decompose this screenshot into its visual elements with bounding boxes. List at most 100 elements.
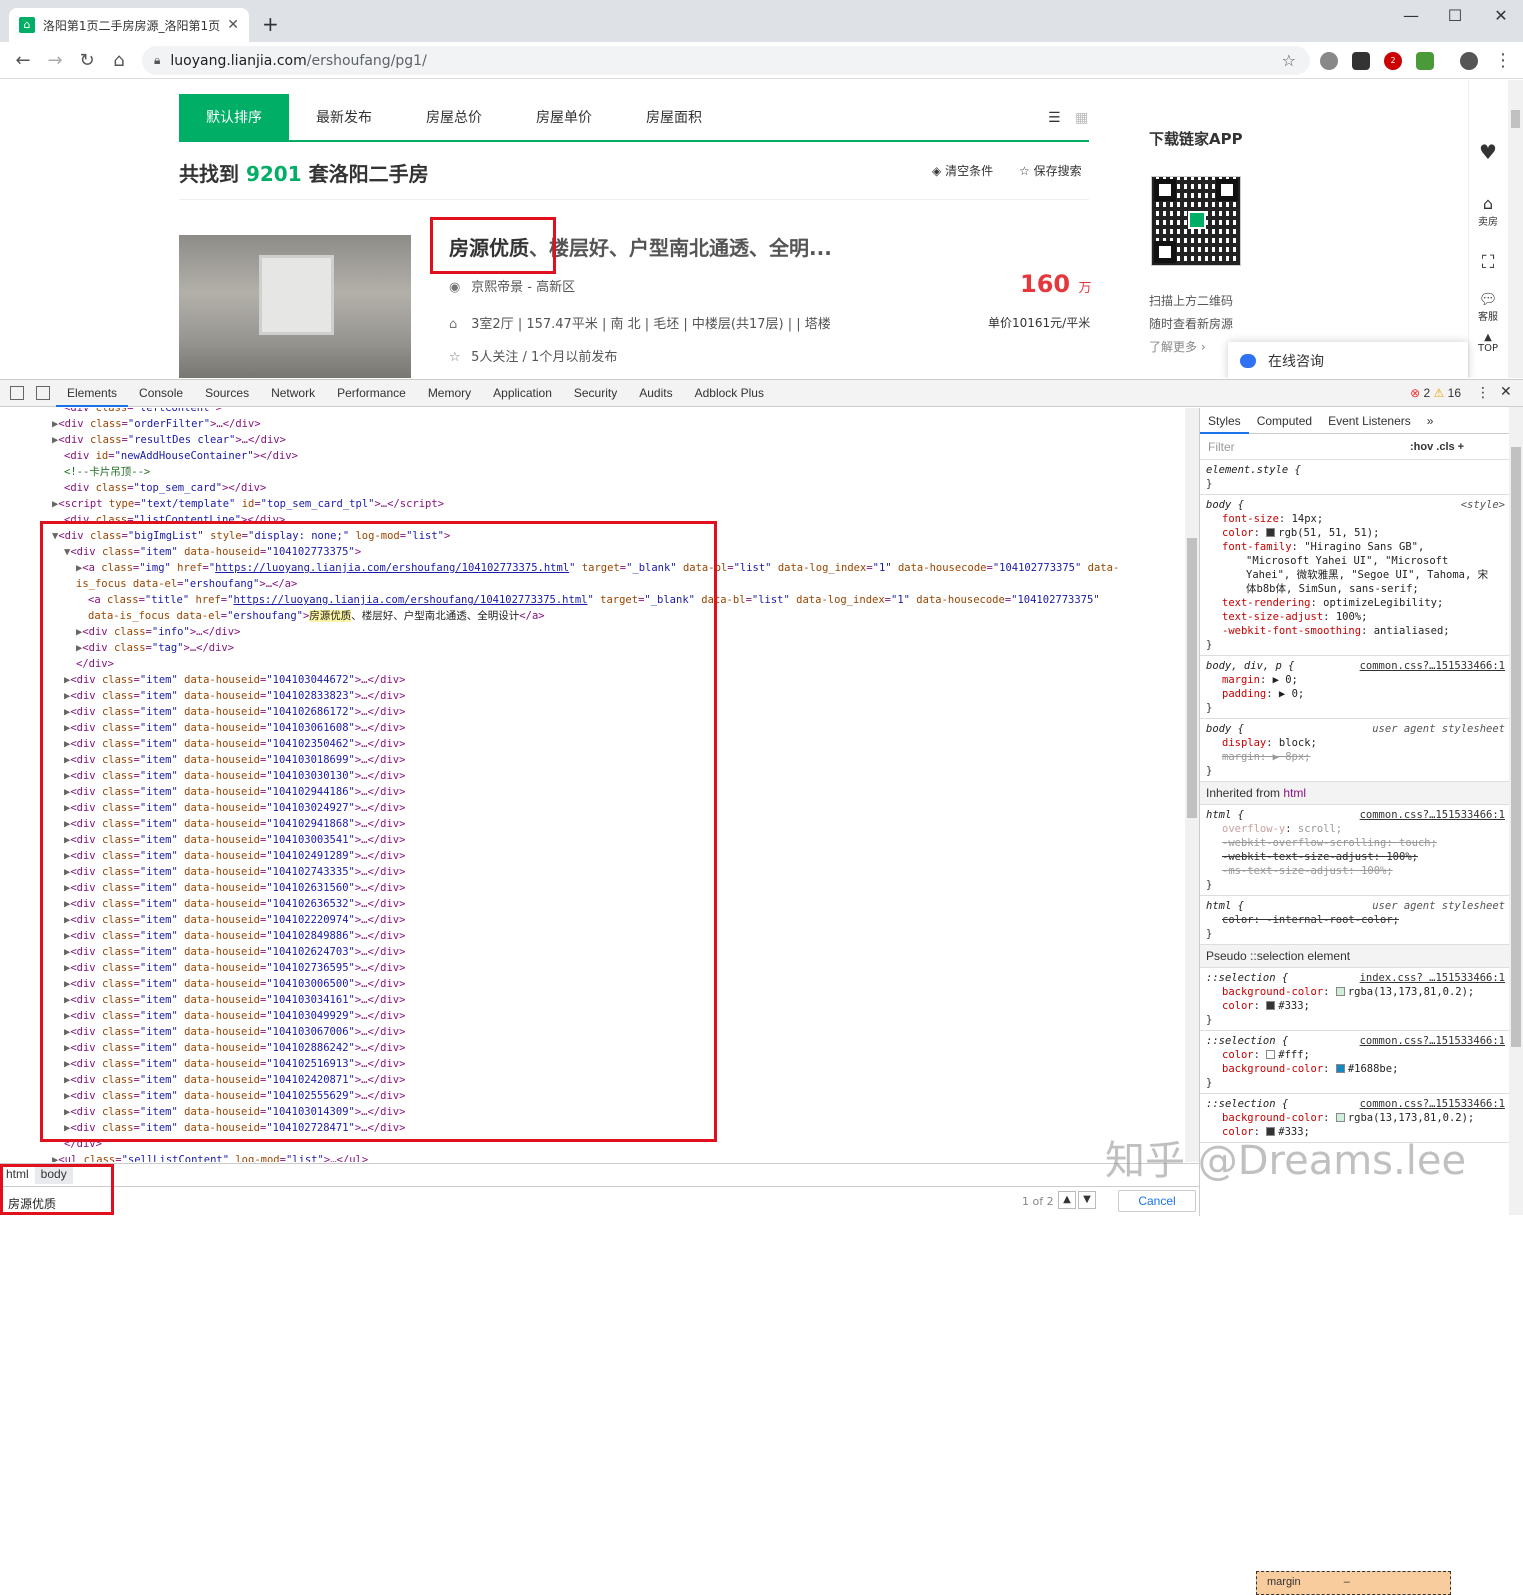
minimize-icon[interactable]: — <box>1396 6 1426 25</box>
tab-console[interactable]: Console <box>128 380 194 407</box>
styles-filter-input[interactable]: Filter <box>1208 440 1235 454</box>
prev-match-icon[interactable]: ▲ <box>1058 1191 1076 1209</box>
app-download-title: 下载链家APP <box>1149 130 1243 148</box>
extension-icon[interactable] <box>1320 52 1338 70</box>
house-icon: ⌂ <box>449 317 458 332</box>
tab-performance[interactable]: Performance <box>326 380 417 407</box>
page-scrollbar[interactable] <box>1508 80 1523 378</box>
grid-view-icon[interactable]: ▦ <box>1075 110 1088 126</box>
menu-icon[interactable]: ⋮ <box>1492 50 1514 71</box>
scrollbar-thumb[interactable] <box>1511 447 1521 1047</box>
dom-node[interactable]: ▶<script type="text/template" id="top_se… <box>52 496 444 512</box>
tab-styles[interactable]: Styles <box>1200 408 1249 434</box>
extension-icon[interactable] <box>1416 52 1434 70</box>
adblock-icon[interactable]: 2 <box>1384 52 1402 70</box>
bookmark-star-icon[interactable]: ☆ <box>1282 51 1296 70</box>
online-consult-button[interactable]: 在线咨询 <box>1228 342 1468 378</box>
dom-node[interactable]: ▶<div class="orderFilter">…</div> <box>52 416 261 432</box>
devtools-close-icon[interactable]: ✕ <box>1500 384 1512 400</box>
list-view-icon[interactable]: ☰ <box>1048 110 1061 126</box>
devtools-menu-icon[interactable]: ⋮ <box>1476 385 1490 401</box>
sort-tab-total-price[interactable]: 房屋总价 <box>399 94 509 140</box>
reload-icon[interactable]: ↻ <box>76 50 98 71</box>
cancel-search-button[interactable]: Cancel <box>1118 1190 1196 1212</box>
style-rule[interactable]: body {<style> font-size: 14px; color: rg… <box>1200 495 1509 656</box>
window-close-icon[interactable]: ✕ <box>1486 6 1516 25</box>
inherited-html-link[interactable]: html <box>1283 786 1306 800</box>
sell-button[interactable]: ⌂ 卖房 <box>1468 194 1508 228</box>
listing-info: ⌂ 3室2厅 | 157.47平米 | 南 北 | 毛坯 | 中楼层(共17层)… <box>449 313 831 332</box>
warning-count: 16 <box>1447 386 1461 400</box>
home-icon[interactable]: ⌂ <box>108 50 130 71</box>
styles-tabbar: Styles Computed Event Listeners » <box>1200 408 1509 434</box>
dom-node[interactable]: ▶<ul class="sellListContent" log-mod="li… <box>52 1152 368 1162</box>
tab-elements[interactable]: Elements <box>56 380 129 407</box>
styles-pane: Styles Computed Event Listeners » Filter… <box>1199 408 1509 1216</box>
dom-scrollbar[interactable] <box>1185 408 1199 1162</box>
tab-security[interactable]: Security <box>563 380 628 407</box>
close-tab-icon[interactable]: ✕ <box>227 17 239 33</box>
scrollbar-thumb[interactable] <box>1187 538 1197 818</box>
price-unit: 万 <box>1078 281 1092 296</box>
inspect-icon[interactable] <box>10 386 24 400</box>
tab-memory[interactable]: Memory <box>417 380 482 407</box>
browser-tab[interactable]: ⌂ 洛阳第1页二手房房源_洛阳第1页 ✕ <box>9 8 249 42</box>
result-prefix: 共找到 <box>179 162 239 186</box>
dom-node[interactable]: <div class="leftContent"> <box>64 408 222 416</box>
tab-adblock-plus[interactable]: Adblock Plus <box>684 380 775 407</box>
sort-tab-default[interactable]: 默认排序 <box>179 94 289 140</box>
learn-more-link[interactable]: 了解更多 › <box>1149 338 1206 355</box>
tab-computed[interactable]: Computed <box>1249 408 1320 434</box>
location-pin-icon: ◉ <box>449 280 461 295</box>
tab-audits[interactable]: Audits <box>628 380 683 407</box>
tab-sources[interactable]: Sources <box>194 380 260 407</box>
style-rule[interactable]: element.style {} <box>1200 460 1509 495</box>
dom-node[interactable]: <div id="newAddHouseContainer"></div> <box>64 448 298 464</box>
sort-tab-unit-price[interactable]: 房屋单价 <box>509 94 619 140</box>
styles-scrollbar[interactable] <box>1509 407 1523 1215</box>
hov-cls-buttons[interactable]: :hov .cls + <box>1410 440 1464 454</box>
scrollbar-thumb[interactable] <box>1511 110 1520 128</box>
style-rule[interactable]: body {user agent stylesheet display: blo… <box>1200 719 1509 782</box>
tab-network[interactable]: Network <box>260 380 326 407</box>
sort-tab-area[interactable]: 房屋面积 <box>619 94 729 140</box>
consult-label: 在线咨询 <box>1268 354 1324 370</box>
address-bar[interactable]: 🔒︎ luoyang.lianjia.com/ershoufang/pg1/ ☆ <box>142 46 1310 75</box>
tab-application[interactable]: Application <box>482 380 563 407</box>
scan-icon[interactable]: ⛶ <box>1468 252 1508 273</box>
margin-value: – <box>1343 1576 1350 1588</box>
save-search-button[interactable]: ☆ 保存搜索 <box>1019 162 1082 179</box>
annotation-box-search <box>0 1164 114 1215</box>
top-button[interactable]: ▲ TOP <box>1468 332 1508 354</box>
dom-comment[interactable]: <!--卡片吊顶--> <box>64 464 150 480</box>
heart-icon[interactable]: ♥ <box>1468 140 1508 164</box>
tab-event-listeners[interactable]: Event Listeners <box>1320 408 1419 434</box>
style-rule[interactable]: html {common.css?…151533466:1 overflow-y… <box>1200 805 1509 896</box>
avatar[interactable] <box>1460 52 1478 70</box>
listing-location[interactable]: ◉ 京熙帝景 - 高新区 <box>449 276 575 295</box>
sort-tab-newest[interactable]: 最新发布 <box>289 94 399 140</box>
extension-icon[interactable] <box>1352 52 1370 70</box>
service-button[interactable]: 💬︎ 客服 <box>1468 290 1508 323</box>
next-match-icon[interactable]: ▼ <box>1078 1191 1096 1209</box>
forward-icon[interactable]: → <box>44 50 66 71</box>
more-tabs-icon[interactable]: » <box>1419 408 1442 434</box>
listing-photo[interactable] <box>179 235 411 378</box>
back-icon[interactable]: ← <box>12 50 34 71</box>
dom-node[interactable]: ▶<div class="resultDes clear">…</div> <box>52 432 286 448</box>
maximize-icon[interactable]: ☐ <box>1440 6 1470 25</box>
style-rule[interactable]: ::selection {index.css? …151533466:1 bac… <box>1200 968 1509 1031</box>
error-warning-counter[interactable]: ⊗ 2 ⚠ 16 <box>1410 386 1461 400</box>
web-page: 默认排序 最新发布 房屋总价 房屋单价 房屋面积 ☰ ▦ 共找到 9201 套洛… <box>0 80 1508 378</box>
clear-label: 清空条件 <box>945 164 994 178</box>
url-path: /ershoufang/pg1/ <box>306 52 427 69</box>
style-rule[interactable]: body, div, p {common.css?…151533466:1 ma… <box>1200 656 1509 719</box>
style-rule[interactable]: ::selection {common.css?…151533466:1 col… <box>1200 1031 1509 1094</box>
dom-node[interactable]: <div class="top_sem_card"></div> <box>64 480 266 496</box>
total-price: 160 万 <box>1020 270 1091 298</box>
clear-filters-button[interactable]: ◈ 清空条件 <box>932 162 993 179</box>
device-toggle-icon[interactable] <box>36 386 50 400</box>
new-tab-button[interactable]: + <box>262 12 279 36</box>
style-rule[interactable]: html {user agent stylesheet color: -inte… <box>1200 896 1509 945</box>
sort-bar: 默认排序 最新发布 房屋总价 房屋单价 房屋面积 <box>179 94 1089 142</box>
